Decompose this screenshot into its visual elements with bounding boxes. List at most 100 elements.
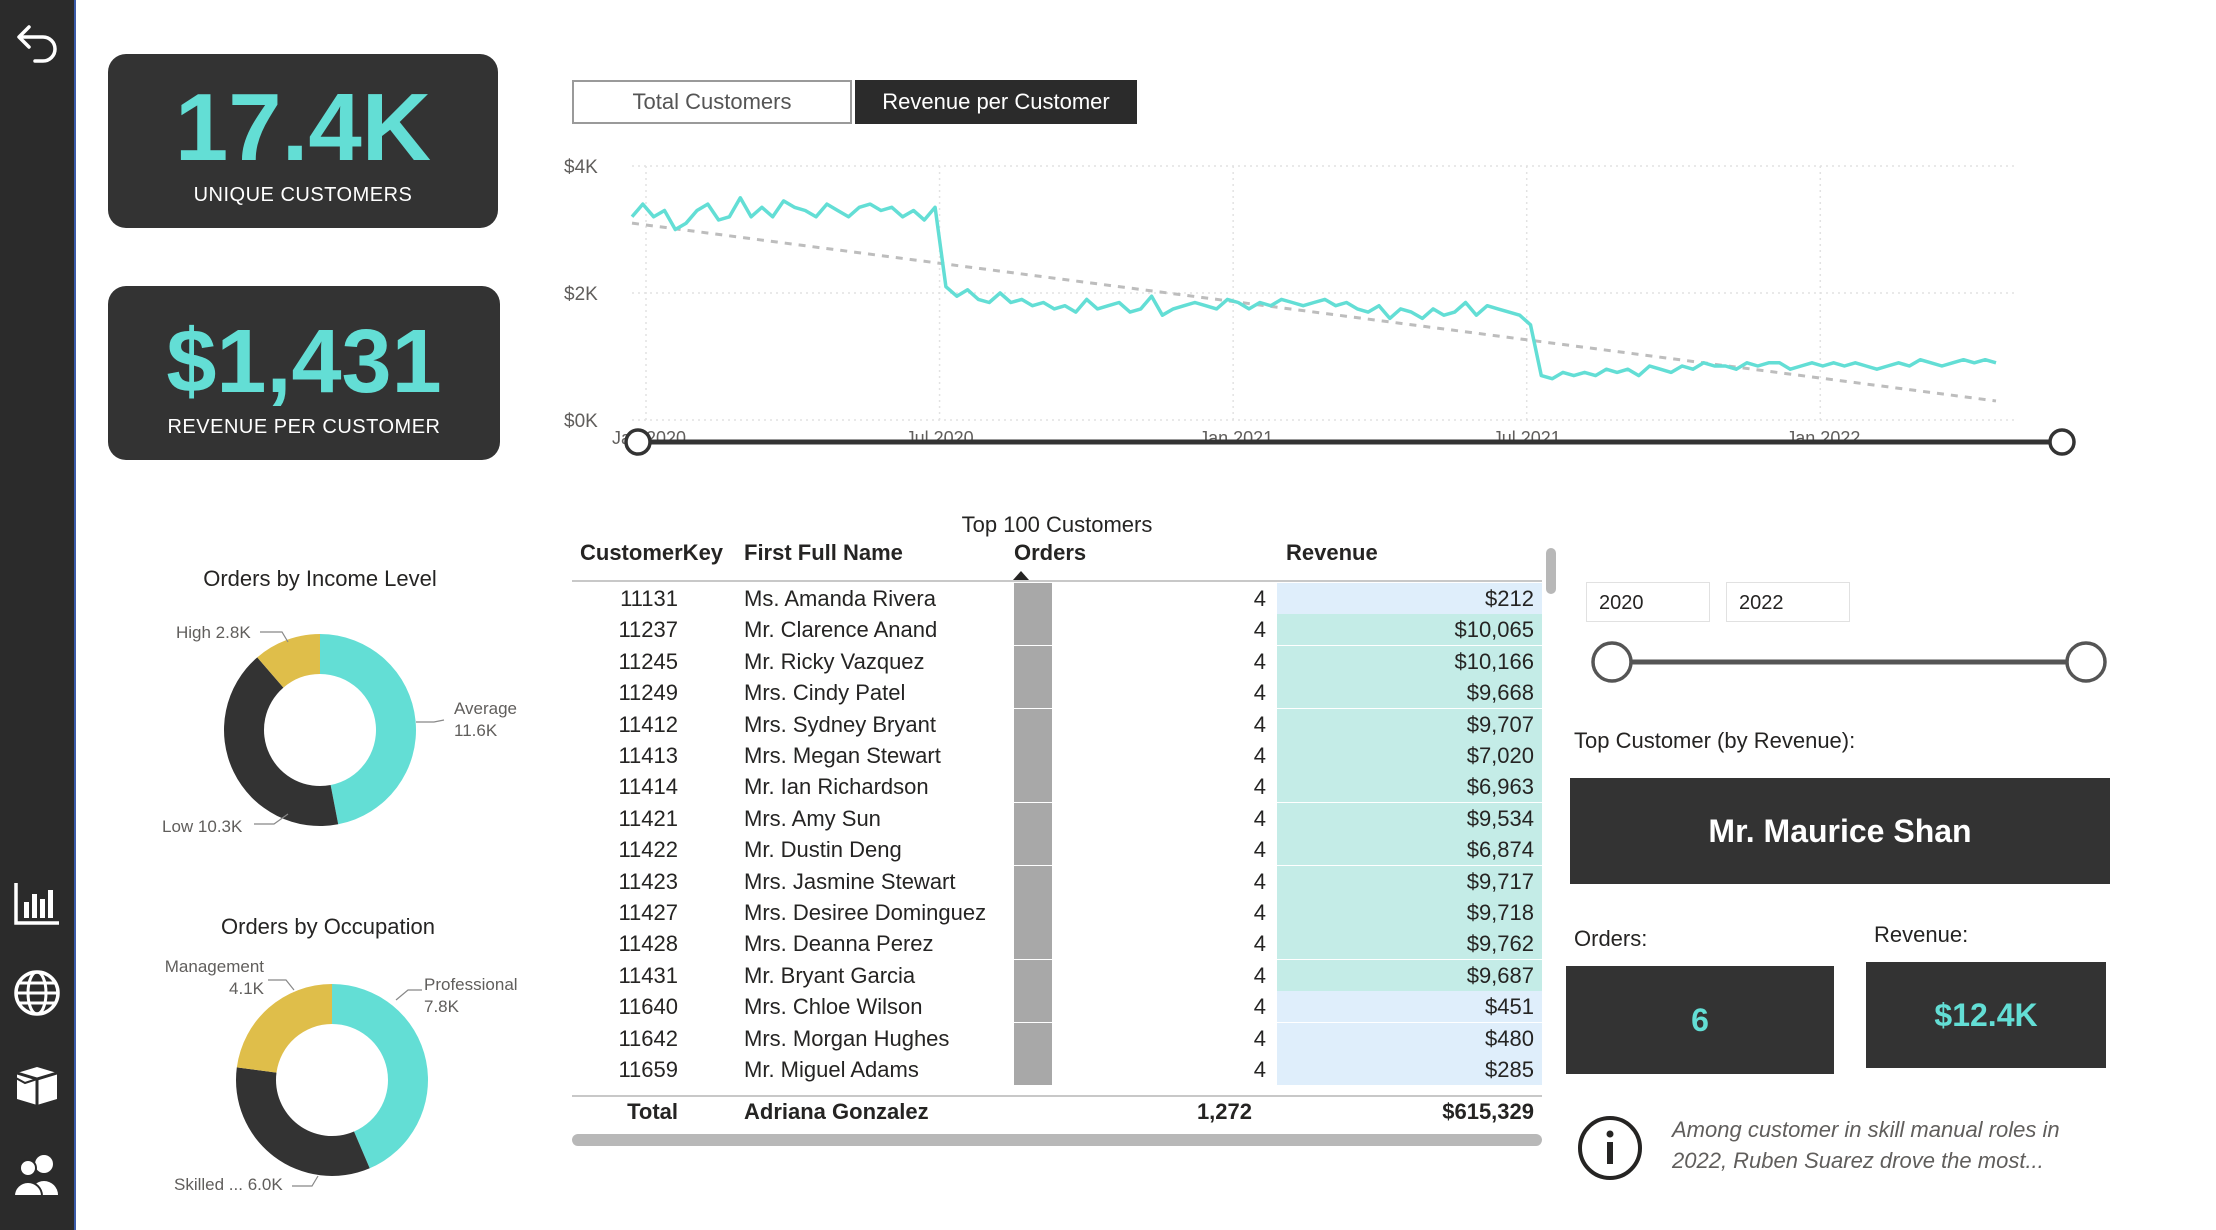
table-row[interactable]: 11659 Mr. Miguel Adams 4 $285 — [572, 1054, 1542, 1085]
slider-end-handle[interactable] — [2048, 428, 2076, 456]
occupation-donut-title: Orders by Occupation — [221, 914, 435, 939]
cell-customerkey: 11412 — [618, 711, 678, 737]
cell-name: Mrs. Sydney Bryant — [744, 711, 936, 737]
orders-cell-bar — [1014, 708, 1052, 740]
cell-orders: 4 — [1253, 837, 1266, 863]
orders-cell-bar — [1014, 991, 1052, 1023]
cell-revenue: $9,668 — [1466, 680, 1534, 706]
orders-cell-bar — [1014, 897, 1052, 928]
box-icon[interactable] — [12, 1060, 62, 1110]
cell-name: Mr. Ricky Vazquez — [744, 648, 925, 674]
table-row[interactable]: 11427 Mrs. Desiree Dominguez 4 $9,718 — [572, 897, 1542, 928]
col-header-orders[interactable]: Orders — [1014, 540, 1086, 566]
table-row[interactable]: 11428 Mrs. Deanna Perez 4 $9,762 — [572, 928, 1542, 960]
back-arrow-icon[interactable] — [12, 20, 62, 70]
cell-orders: 4 — [1253, 1025, 1266, 1051]
year-slider-start-handle[interactable] — [1591, 641, 1633, 683]
cell-name: Mrs. Cindy Patel — [744, 680, 906, 706]
col-header-name[interactable]: First Full Name — [744, 540, 903, 566]
cell-orders: 4 — [1253, 680, 1266, 706]
cell-orders: 4 — [1253, 994, 1266, 1020]
revenue-label: Revenue: — [1874, 922, 1969, 947]
table-row[interactable]: 11413 Mrs. Megan Stewart 4 $7,020 — [572, 740, 1542, 771]
table-row[interactable]: 11245 Mr. Ricky Vazquez 4 $10,166 — [572, 645, 1542, 677]
cell-revenue: $285 — [1485, 1057, 1534, 1082]
cell-name: Mr. Bryant Garcia — [744, 962, 916, 988]
tab-total-customers[interactable]: Total Customers — [572, 80, 852, 124]
table-title: Top 100 Customers — [961, 512, 1153, 537]
table-row[interactable]: 11642 Mrs. Morgan Hughes 4 $480 — [572, 1022, 1542, 1054]
occupation-leader-lines — [268, 979, 422, 1187]
table-row[interactable]: 11640 Mrs. Chloe Wilson 4 $451 — [572, 991, 1542, 1023]
orders-cell-bar — [1014, 583, 1052, 614]
cell-orders: 4 — [1253, 648, 1266, 674]
year-range-slider[interactable] — [1588, 640, 2118, 684]
cell-orders: 4 — [1253, 711, 1266, 737]
income-donut-title: Orders by Income Level — [203, 566, 437, 591]
orders-cell-bar — [1014, 802, 1052, 834]
cell-name: Mrs. Morgan Hughes — [744, 1025, 950, 1051]
orders-cell-bar — [1014, 928, 1052, 960]
col-header-customerkey[interactable]: CustomerKey — [580, 540, 723, 566]
globe-icon[interactable] — [12, 968, 62, 1018]
top-customer-revenue-card: $12.4K — [1866, 962, 2106, 1068]
cell-name: Mrs. Chloe Wilson — [744, 994, 923, 1020]
total-row: Total Adriana Gonzalez 1,272 $615,329 — [572, 1096, 1542, 1127]
year-from-input[interactable]: 2020 — [1586, 582, 1710, 622]
date-range-slider[interactable] — [620, 424, 2080, 460]
insight-text: Among customer in skill manual roles in … — [1672, 1117, 2060, 1173]
y-tick-label: $2K — [564, 284, 598, 305]
cell-name: Mrs. Amy Sun — [744, 805, 881, 831]
table-row[interactable]: 11431 Mr. Bryant Garcia 4 $9,687 — [572, 959, 1542, 991]
slider-start-handle[interactable] — [624, 428, 652, 456]
users-icon[interactable] — [12, 1150, 62, 1200]
left-nav — [0, 0, 76, 1230]
tab-revenue-per-customer[interactable]: Revenue per Customer — [855, 80, 1137, 124]
table-row[interactable]: 11423 Mrs. Jasmine Stewart 4 $9,717 — [572, 865, 1542, 897]
cell-name: Mrs. Jasmine Stewart — [744, 868, 956, 894]
cell-revenue: $10,166 — [1454, 648, 1534, 674]
kpi-customers-label: UNIQUE CUSTOMERS — [193, 184, 413, 206]
cell-customerkey: 11414 — [618, 774, 678, 800]
cell-customerkey: 11428 — [618, 931, 678, 957]
table-row[interactable]: 11414 Mr. Ian Richardson 4 $6,963 — [572, 771, 1542, 803]
table-row[interactable]: 11237 Mr. Clarence Anand 4 $10,065 — [572, 614, 1542, 646]
year-to-input[interactable]: 2022 — [1726, 582, 1850, 622]
table-vertical-scrollbar[interactable] — [1546, 548, 1556, 594]
bar-chart-icon[interactable] — [12, 878, 62, 928]
header-divider — [572, 580, 1542, 582]
table-row[interactable]: 11131 Ms. Amanda Rivera 4 $212 — [572, 583, 1542, 614]
total-orders: 1,272 — [1196, 1099, 1252, 1124]
revenue-line-chart: $4K$2K$0KJan 2020Jul 2020Jan 2021Jul 202… — [564, 157, 2016, 448]
income-leader-lines — [254, 631, 445, 825]
cell-customerkey: 11245 — [618, 648, 678, 674]
cell-revenue: $9,707 — [1466, 711, 1534, 737]
orders-cell-bar — [1014, 1022, 1052, 1054]
cell-customerkey: 11423 — [618, 868, 678, 894]
cell-customerkey: 11131 — [620, 586, 678, 611]
top-customer-orders-card: 6 — [1566, 966, 1834, 1074]
orders-cell-bar — [1014, 834, 1052, 866]
cell-revenue: $6,963 — [1466, 774, 1534, 800]
cell-name: Mrs. Deanna Perez — [744, 931, 934, 957]
info-icon[interactable] — [1576, 1114, 1644, 1182]
table-row[interactable]: 11412 Mrs. Sydney Bryant 4 $9,707 — [572, 708, 1542, 740]
total-name: Adriana Gonzalez — [744, 1099, 929, 1124]
orders-cell-bar — [1014, 1054, 1052, 1085]
table-row[interactable]: 11249 Mrs. Cindy Patel 4 $9,668 — [572, 677, 1542, 709]
kpi-revenue-value: $1,431 — [166, 312, 442, 412]
orders-cell-bar — [1014, 677, 1052, 709]
y-tick-label: $0K — [564, 411, 598, 432]
top-customer-name-card: Mr. Maurice Shan — [1570, 778, 2110, 884]
col-header-revenue[interactable]: Revenue — [1286, 540, 1378, 566]
year-slider-end-handle[interactable] — [2065, 641, 2107, 683]
orders-cell-bar — [1014, 959, 1052, 991]
table-row[interactable]: 11421 Mrs. Amy Sun 4 $9,534 — [572, 802, 1542, 834]
table-row[interactable]: 11422 Mr. Dustin Deng 4 $6,874 — [572, 834, 1542, 866]
cell-customerkey: 11421 — [618, 805, 678, 831]
cell-orders: 4 — [1253, 962, 1266, 988]
orders-cell-bar — [1014, 740, 1052, 771]
sort-ascending-icon[interactable] — [1013, 571, 1029, 580]
table-horizontal-scrollbar[interactable] — [572, 1134, 1542, 1146]
cell-revenue: $9,687 — [1466, 962, 1534, 988]
